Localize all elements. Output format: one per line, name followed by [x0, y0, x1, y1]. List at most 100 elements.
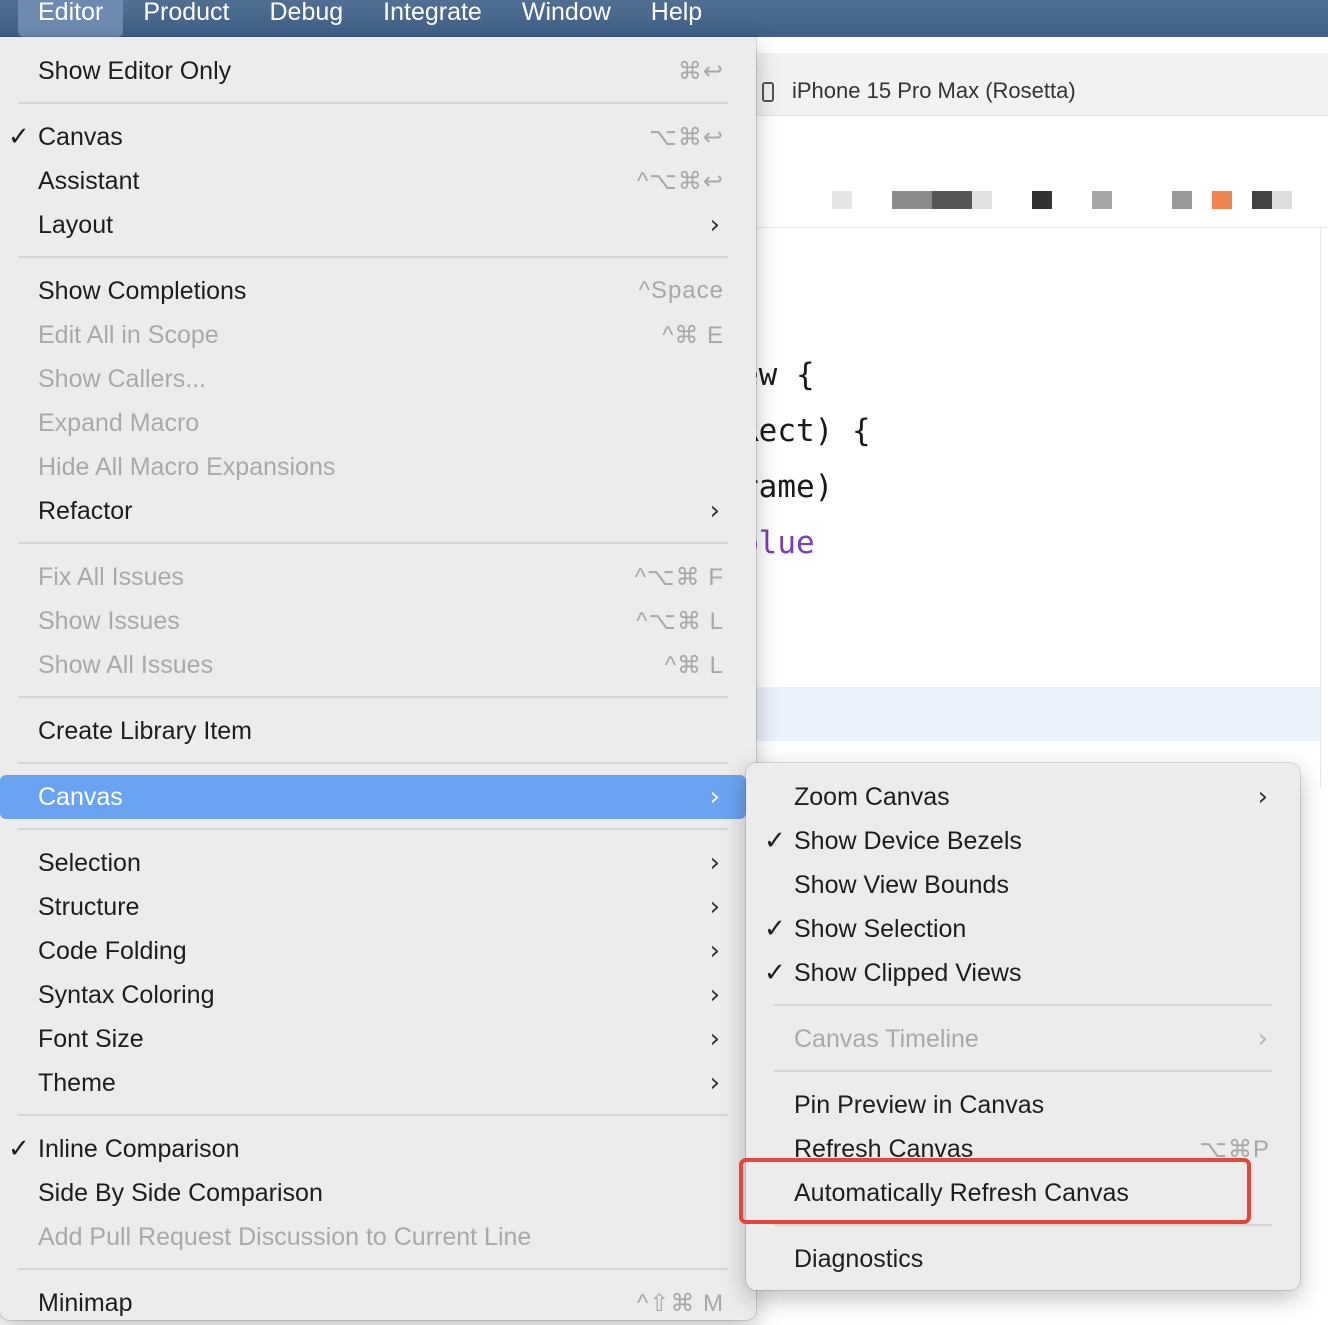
menu-item-show-all-issues: Show All Issues ^⌘ L	[0, 643, 756, 687]
chevron-right-icon: ›	[709, 782, 720, 812]
menu-item-label: Canvas	[38, 123, 123, 151]
code-line: rame)	[740, 469, 834, 505]
menu-item-show-callers: Show Callers...	[0, 357, 756, 401]
menu-item-shortcut: ^⌥⌘↩	[636, 168, 724, 195]
code-line: Rect) {	[740, 413, 871, 449]
submenu-item-canvas-timeline: Canvas Timeline ›	[746, 1017, 1300, 1061]
chevron-right-icon: ›	[709, 210, 720, 240]
current-line-highlight	[740, 687, 1320, 741]
menu-separator	[774, 1070, 1272, 1072]
blurred-jumpbar-segment	[932, 191, 972, 209]
blurred-jumpbar-segment	[972, 191, 992, 209]
code-area[interactable]: ew { Rect) { rame) blue	[740, 357, 871, 581]
menubar-window[interactable]: Window	[502, 0, 631, 37]
menu-item-label: Structure	[38, 893, 140, 921]
blurred-jumpbar-segment	[1092, 191, 1112, 209]
menu-item-label: Show Device Bezels	[794, 827, 1022, 855]
menu-item-label: Show All Issues	[38, 651, 214, 679]
menu-item-code-folding[interactable]: Code Folding ›	[0, 929, 756, 973]
menubar-help[interactable]: Help	[631, 0, 722, 37]
menu-item-assistant[interactable]: Assistant ^⌥⌘↩	[0, 159, 756, 203]
blurred-jumpbar-segment	[1272, 191, 1292, 209]
menu-item-shortcut: ^⇧⌘ M	[636, 1290, 724, 1317]
checkmark-icon: ✓	[764, 957, 786, 987]
submenu-item-show-view-bounds[interactable]: Show View Bounds	[746, 863, 1300, 907]
menu-item-theme[interactable]: Theme ›	[0, 1061, 756, 1105]
menu-item-canvas-submenu[interactable]: Canvas ›	[0, 775, 746, 819]
submenu-item-diagnostics[interactable]: Diagnostics	[746, 1237, 1300, 1281]
menu-item-label: Show Selection	[794, 915, 967, 943]
menu-item-label: Inline Comparison	[38, 1135, 240, 1163]
menu-item-selection[interactable]: Selection ›	[0, 841, 756, 885]
menu-item-hide-all-macro-expansions: Hide All Macro Expansions	[0, 445, 756, 489]
menu-separator	[18, 762, 728, 764]
menu-item-show-completions[interactable]: Show Completions ^Space	[0, 269, 756, 313]
canvas-divider[interactable]	[1320, 227, 1321, 787]
submenu-item-show-device-bezels[interactable]: ✓ Show Device Bezels	[746, 819, 1300, 863]
menu-item-minimap[interactable]: Minimap ^⇧⌘ M	[0, 1281, 756, 1325]
blurred-jumpbar-segment	[892, 191, 932, 209]
menu-item-expand-macro: Expand Macro	[0, 401, 756, 445]
menu-item-label: Syntax Coloring	[38, 981, 215, 1009]
menu-item-structure[interactable]: Structure ›	[0, 885, 756, 929]
menu-separator	[18, 1114, 728, 1116]
menu-item-label: Pin Preview in Canvas	[794, 1091, 1045, 1119]
menu-item-label: Assistant	[38, 167, 140, 195]
menu-item-label: Code Folding	[38, 937, 187, 965]
menu-item-canvas-toggle[interactable]: ✓ Canvas ⌥⌘↩	[0, 115, 756, 159]
menu-item-side-by-side-comparison[interactable]: Side By Side Comparison	[0, 1171, 756, 1215]
chevron-right-icon: ›	[1257, 782, 1268, 812]
menu-item-fix-all-issues: Fix All Issues ^⌥⌘ F	[0, 555, 756, 599]
submenu-item-zoom-canvas[interactable]: Zoom Canvas ›	[746, 775, 1300, 819]
menu-item-shortcut: ⌥⌘↩	[649, 124, 724, 151]
iphone-icon	[762, 82, 774, 102]
submenu-item-pin-preview-in-canvas[interactable]: Pin Preview in Canvas	[746, 1083, 1300, 1127]
chevron-right-icon: ›	[709, 1068, 720, 1098]
menu-item-label: Show Clipped Views	[794, 959, 1022, 987]
menu-item-label: Edit All in Scope	[38, 321, 219, 349]
menu-item-show-editor-only[interactable]: Show Editor Only ⌘↩	[0, 49, 756, 93]
run-destination-bar[interactable]: iPhone 15 Pro Max (Rosetta)	[740, 53, 1328, 116]
submenu-item-show-clipped-views[interactable]: ✓ Show Clipped Views	[746, 951, 1300, 995]
menu-item-show-issues: Show Issues ^⌥⌘ L	[0, 599, 756, 643]
blurred-jumpbar-segment	[1212, 191, 1232, 209]
menu-item-shortcut: ^⌘ L	[664, 652, 724, 679]
menu-item-label: Expand Macro	[38, 409, 200, 437]
checkmark-icon: ✓	[764, 913, 786, 943]
menu-item-label: Zoom Canvas	[794, 783, 950, 811]
submenu-item-show-selection[interactable]: ✓ Show Selection	[746, 907, 1300, 951]
menu-item-label: Fix All Issues	[38, 563, 184, 591]
menu-item-label: Side By Side Comparison	[38, 1179, 323, 1207]
code-line: ew {	[740, 357, 815, 393]
menu-item-shortcut: ^⌥⌘ F	[634, 564, 724, 591]
menu-separator	[18, 696, 728, 698]
menubar-integrate[interactable]: Integrate	[363, 0, 502, 37]
chevron-right-icon: ›	[709, 936, 720, 966]
menu-item-font-size[interactable]: Font Size ›	[0, 1017, 756, 1061]
menu-item-syntax-coloring[interactable]: Syntax Coloring ›	[0, 973, 756, 1017]
menu-item-label: Canvas Timeline	[794, 1025, 979, 1053]
menu-item-label: Hide All Macro Expansions	[38, 453, 336, 481]
menu-item-label: Layout	[38, 211, 114, 239]
menu-item-label: Canvas	[38, 783, 123, 811]
menu-item-layout[interactable]: Layout ›	[0, 203, 756, 247]
menu-separator	[774, 1224, 1272, 1226]
chevron-right-icon: ›	[709, 496, 720, 526]
menu-separator	[18, 828, 728, 830]
editor-menu: Show Editor Only ⌘↩ ✓ Canvas ⌥⌘↩ Assista…	[0, 37, 756, 1320]
menu-item-label: Create Library Item	[38, 717, 252, 745]
menubar-editor[interactable]: Editor	[18, 0, 124, 37]
menu-item-label: Show Issues	[38, 607, 180, 635]
chevron-right-icon: ›	[709, 980, 720, 1010]
menu-item-create-library-item[interactable]: Create Library Item	[0, 709, 756, 753]
menubar-product[interactable]: Product	[123, 0, 249, 37]
menubar-debug[interactable]: Debug	[249, 0, 363, 37]
menu-item-label: Font Size	[38, 1025, 144, 1053]
menu-item-refactor[interactable]: Refactor ›	[0, 489, 756, 533]
jump-bar[interactable]	[740, 171, 1328, 228]
menu-item-inline-comparison[interactable]: ✓ Inline Comparison	[0, 1127, 756, 1171]
annotation-highlight-box	[739, 1158, 1251, 1224]
menu-item-label: Add Pull Request Discussion to Current L…	[38, 1223, 532, 1251]
menu-item-shortcut: ⌘↩	[677, 58, 724, 85]
code-line: blue	[740, 525, 815, 561]
